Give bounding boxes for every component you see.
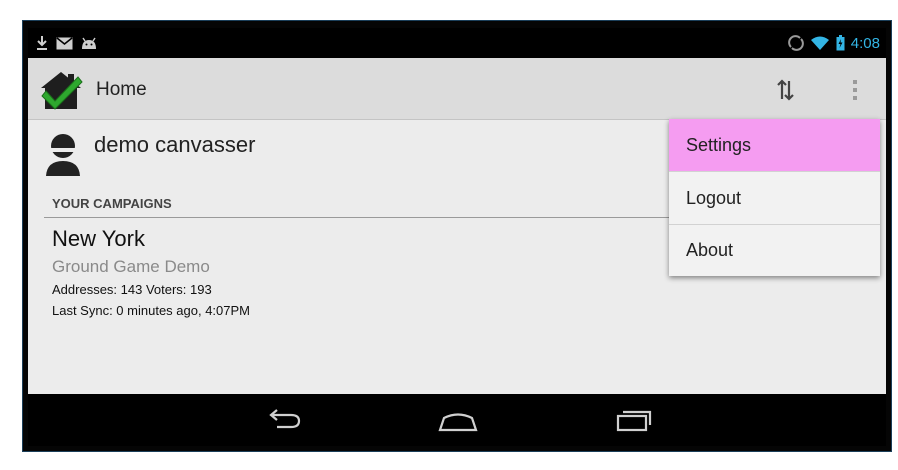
status-time: 4:08 <box>850 34 880 52</box>
home-icon[interactable] <box>428 404 488 436</box>
status-right-icons: 4:08 <box>788 33 880 53</box>
navigation-bar <box>28 394 886 446</box>
action-bar: Home <box>28 58 886 120</box>
sync-updown-icon[interactable] <box>768 72 804 108</box>
overflow-menu-icon[interactable] <box>840 72 870 108</box>
menu-item-settings[interactable]: Settings <box>669 119 880 171</box>
overflow-menu: Settings Logout About <box>669 119 880 276</box>
campaign-stats: Addresses: 143 Voters: 193 <box>52 282 212 297</box>
user-name: demo canvasser <box>94 132 256 157</box>
campaign-name: New York <box>52 226 145 251</box>
campaign-subtitle: Ground Game Demo <box>52 257 210 276</box>
menu-item-logout[interactable]: Logout <box>669 172 880 224</box>
android-debug-icon <box>82 37 96 49</box>
screenshot-frame: 4:08 Home demo canvasser YOUR CAMPAIGNS <box>0 0 898 470</box>
recent-apps-icon[interactable] <box>604 404 664 436</box>
status-bar: 4:08 <box>28 28 886 58</box>
wifi-icon <box>810 36 829 50</box>
page-title: Home <box>96 79 147 100</box>
sync-status-icon <box>788 35 804 51</box>
menu-item-about[interactable]: About <box>669 224 880 276</box>
campaign-last-sync: Last Sync: 0 minutes ago, 4:07PM <box>52 303 250 318</box>
campaigns-section-header: YOUR CAMPAIGNS <box>52 196 172 211</box>
back-icon[interactable] <box>253 404 313 436</box>
status-left-icons <box>36 34 97 52</box>
person-avatar-icon <box>46 134 80 176</box>
house-checkmark-logo-icon[interactable] <box>38 68 84 112</box>
battery-icon <box>836 35 845 51</box>
download-icon <box>37 36 47 50</box>
gmail-icon <box>56 36 73 49</box>
